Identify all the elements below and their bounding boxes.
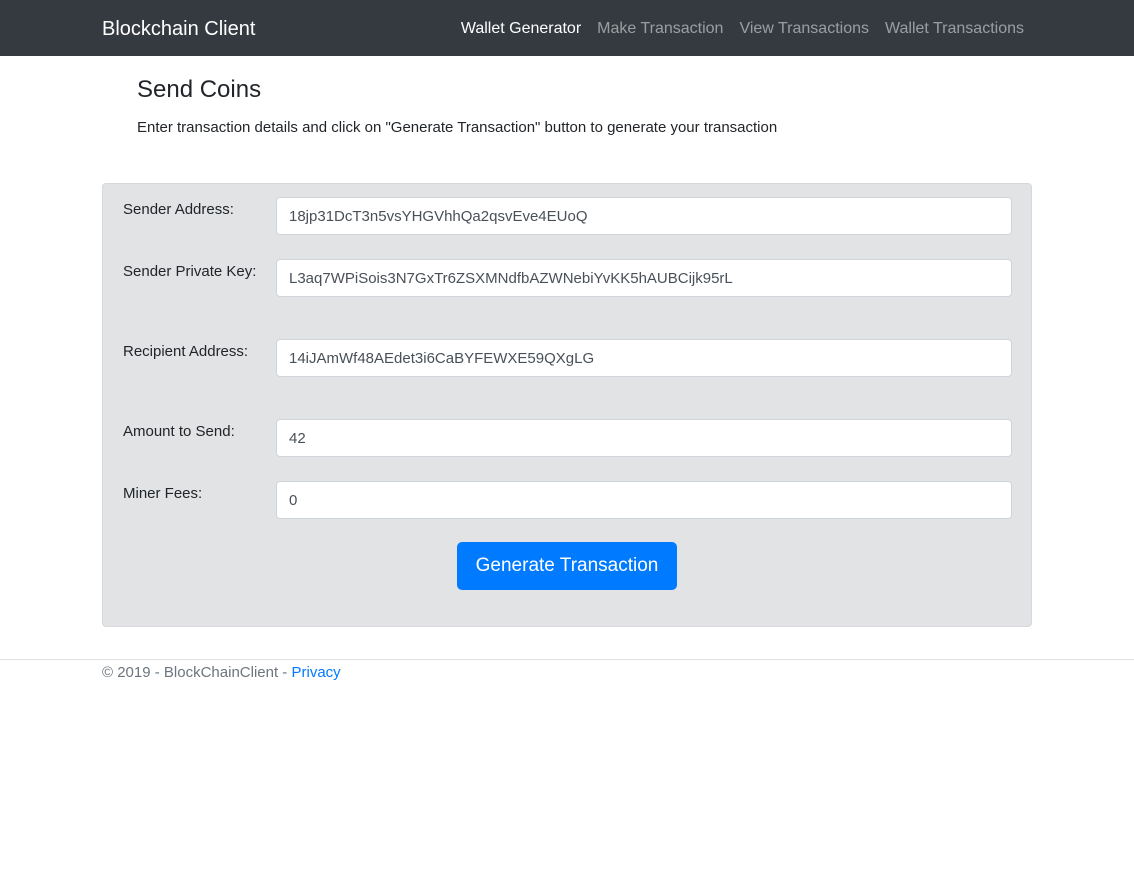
miner-fees-input[interactable] xyxy=(276,481,1012,519)
page-title: Send Coins xyxy=(137,76,262,103)
page-description: Enter transaction details and click on "… xyxy=(137,119,778,136)
recipient-address-input[interactable] xyxy=(276,339,1012,377)
sender-address-label: Sender Address: xyxy=(123,201,234,218)
generate-transaction-button[interactable]: Generate Transaction xyxy=(457,542,677,590)
transaction-form: Sender Address: Sender Private Key: Reci… xyxy=(102,183,1032,627)
nav-link-make-transaction[interactable]: Make Transaction xyxy=(597,18,723,40)
recipient-address-label: Recipient Address: xyxy=(123,343,249,360)
sender-private-key-input[interactable] xyxy=(276,259,1012,297)
amount-label: Amount to Send: xyxy=(123,423,235,440)
top-navbar: Blockchain Client Wallet Generator Make … xyxy=(0,0,1134,56)
footer: © 2019 - BlockChainClient - Privacy xyxy=(102,662,341,684)
nav-links: Wallet Generator Make Transaction View T… xyxy=(461,18,1024,40)
nav-link-wallet-transactions[interactable]: Wallet Transactions xyxy=(885,18,1024,40)
sender-address-input[interactable] xyxy=(276,197,1012,235)
miner-fees-label: Miner Fees: xyxy=(123,485,203,502)
footer-copyright: © 2019 - BlockChainClient - xyxy=(102,664,292,681)
footer-divider xyxy=(0,659,1134,660)
brand-title[interactable]: Blockchain Client xyxy=(102,16,255,42)
nav-link-wallet-generator[interactable]: Wallet Generator xyxy=(461,18,581,40)
amount-input[interactable] xyxy=(276,419,1012,457)
privacy-link[interactable]: Privacy xyxy=(291,664,340,681)
sender-private-key-label: Sender Private Key: xyxy=(123,263,257,280)
nav-link-view-transactions[interactable]: View Transactions xyxy=(739,18,869,40)
